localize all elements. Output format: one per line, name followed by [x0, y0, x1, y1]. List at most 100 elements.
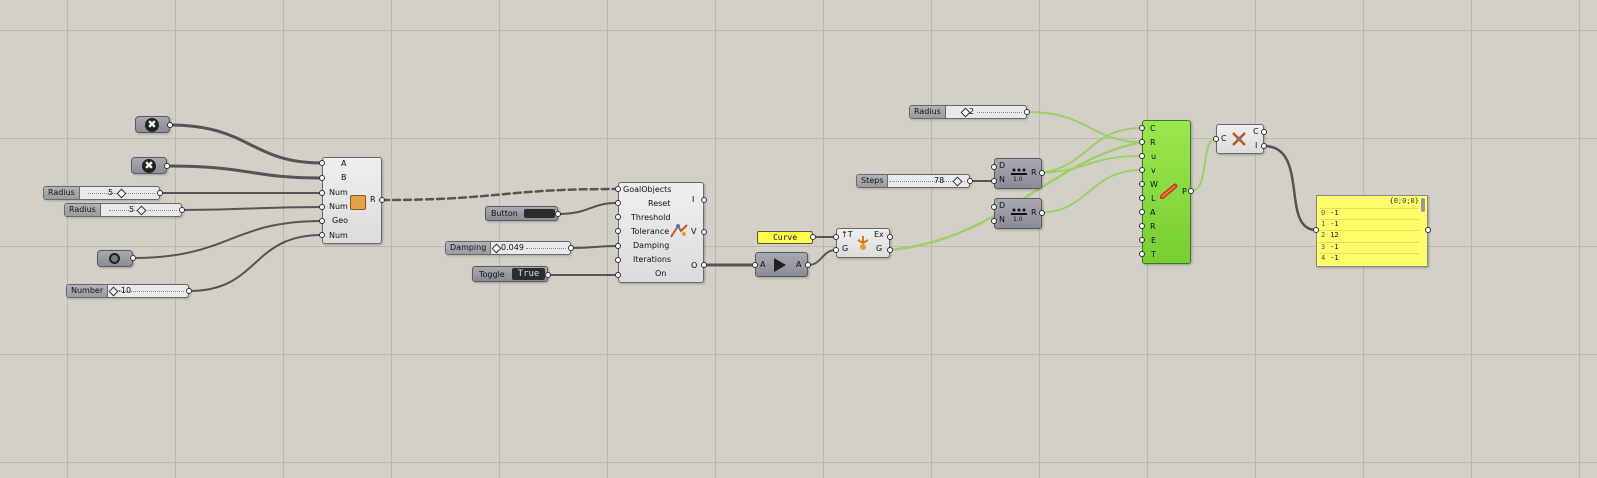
- panel-scrollbar[interactable]: [1421, 198, 1425, 212]
- input-port[interactable]: [833, 234, 839, 240]
- input-port[interactable]: [1139, 125, 1145, 131]
- output-port[interactable]: [379, 197, 385, 203]
- output-port[interactable]: [179, 207, 185, 213]
- input-port[interactable]: [752, 262, 758, 268]
- solver-component[interactable]: GoalObjects Reset Threshold Tolerance Da…: [618, 182, 704, 283]
- output-port[interactable]: [555, 211, 561, 217]
- input-label: Threshold: [631, 213, 671, 222]
- input-label: Num: [329, 231, 348, 240]
- input-label: Iterations: [633, 255, 672, 264]
- input-port[interactable]: [1139, 167, 1145, 173]
- input-port[interactable]: [615, 228, 621, 234]
- divide-component[interactable]: D N 1.0 R: [994, 198, 1042, 229]
- output-port[interactable]: [887, 234, 893, 240]
- input-port[interactable]: [991, 164, 997, 170]
- input-port[interactable]: [319, 175, 325, 181]
- toggle-value[interactable]: True: [512, 268, 545, 280]
- data-panel[interactable]: {0;0;0} 0 -1 1 -1 2 12 3 -1 4 -1: [1316, 195, 1428, 267]
- radius-slider[interactable]: Radius 5: [64, 203, 182, 217]
- steps-slider[interactable]: Steps 78: [856, 174, 970, 188]
- input-label: Num: [329, 202, 348, 211]
- output-port[interactable]: [1261, 143, 1267, 149]
- damping-slider[interactable]: Damping 0.049: [445, 241, 571, 255]
- output-port[interactable]: [1261, 129, 1267, 135]
- output-port[interactable]: [967, 178, 973, 184]
- output-port[interactable]: [1039, 170, 1045, 176]
- button-control[interactable]: [524, 209, 555, 218]
- close-node[interactable]: ✖: [135, 116, 170, 133]
- circle-node[interactable]: [97, 250, 133, 267]
- output-label: R: [1031, 208, 1037, 217]
- radius-slider[interactable]: Radius 5: [43, 186, 160, 200]
- output-port[interactable]: [1024, 109, 1030, 115]
- slider-grip[interactable]: [491, 243, 502, 254]
- curve-measure-component[interactable]: C C I: [1216, 124, 1264, 154]
- data-relay[interactable]: A A: [755, 252, 808, 277]
- output-port[interactable]: [130, 255, 136, 261]
- input-port[interactable]: [615, 200, 621, 206]
- input-port[interactable]: [615, 214, 621, 220]
- output-label: Ex: [874, 230, 884, 239]
- input-port[interactable]: [1139, 195, 1145, 201]
- input-port[interactable]: [1313, 227, 1319, 233]
- number-slider[interactable]: Number -10: [66, 284, 189, 298]
- output-port[interactable]: [805, 262, 811, 268]
- button-node[interactable]: Button: [485, 206, 558, 221]
- output-port[interactable]: [1039, 210, 1045, 216]
- input-port[interactable]: [1139, 181, 1145, 187]
- input-port[interactable]: [991, 218, 997, 224]
- input-port[interactable]: [615, 186, 621, 192]
- radius-slider[interactable]: Radius 2: [909, 105, 1027, 119]
- output-port[interactable]: [701, 197, 707, 203]
- curve-label: Curve: [772, 233, 798, 242]
- input-port[interactable]: [991, 178, 997, 184]
- input-port[interactable]: [319, 218, 325, 224]
- slider-grip[interactable]: [136, 205, 147, 216]
- output-port[interactable]: [545, 272, 551, 278]
- close-node[interactable]: ✖: [131, 157, 167, 174]
- output-port[interactable]: [701, 229, 707, 235]
- divide-component[interactable]: D N 1.0 R: [994, 158, 1042, 189]
- output-label: I: [1255, 141, 1258, 150]
- input-port[interactable]: [1213, 136, 1219, 142]
- panel-row: 2 12: [1321, 231, 1339, 239]
- input-port[interactable]: [319, 204, 325, 210]
- input-port[interactable]: [833, 247, 839, 253]
- explode-component[interactable]: ↑T G Ex G: [836, 228, 890, 258]
- output-port[interactable]: [701, 262, 707, 268]
- input-port[interactable]: [991, 204, 997, 210]
- output-port[interactable]: [186, 288, 192, 294]
- slider-grip[interactable]: [116, 188, 127, 199]
- output-port[interactable]: [810, 234, 816, 240]
- output-port[interactable]: [568, 245, 574, 251]
- input-port[interactable]: [615, 272, 621, 278]
- pipe-component[interactable]: C R u v W L A R E T P: [1142, 120, 1191, 264]
- slider-name: Number: [67, 285, 109, 297]
- input-port[interactable]: [1139, 251, 1145, 257]
- panel-row: 0 -1: [1321, 209, 1339, 217]
- input-port[interactable]: [319, 160, 325, 166]
- collider-component[interactable]: A B Num Num Geo Num R: [322, 157, 382, 244]
- input-port[interactable]: [1139, 153, 1145, 159]
- output-port[interactable]: [887, 247, 893, 253]
- output-port[interactable]: [1425, 227, 1431, 233]
- toggle-node[interactable]: Toggle True: [472, 266, 548, 282]
- input-port[interactable]: [1139, 209, 1145, 215]
- output-port[interactable]: [1188, 188, 1194, 194]
- input-port[interactable]: [1139, 237, 1145, 243]
- input-port[interactable]: [1139, 223, 1145, 229]
- input-port[interactable]: [615, 257, 621, 263]
- curve-param[interactable]: Curve: [757, 231, 813, 244]
- output-port[interactable]: [164, 163, 170, 169]
- solver-icon: [669, 223, 689, 239]
- input-label: R: [1150, 138, 1156, 147]
- output-port[interactable]: [167, 122, 173, 128]
- input-port[interactable]: [1139, 139, 1145, 145]
- slider-value: -10: [118, 286, 132, 295]
- input-port[interactable]: [319, 190, 325, 196]
- output-port[interactable]: [157, 190, 163, 196]
- input-port[interactable]: [615, 243, 621, 249]
- slider-grip[interactable]: [108, 286, 119, 297]
- slider-grip[interactable]: [952, 176, 963, 187]
- input-port[interactable]: [319, 232, 325, 238]
